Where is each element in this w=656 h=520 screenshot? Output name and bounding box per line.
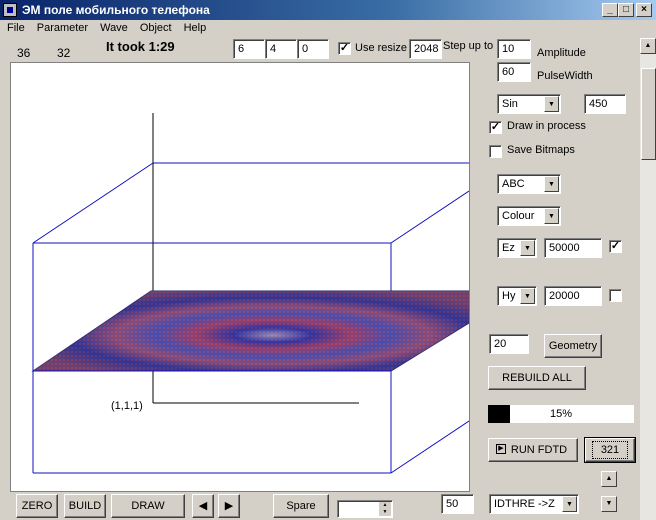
chevron-down-icon[interactable]: ▼ bbox=[520, 240, 535, 256]
window-title: ЭМ поле мобильного телефона bbox=[22, 3, 210, 17]
chevron-down-icon[interactable]: ▼ bbox=[562, 496, 577, 512]
amplitude-label: Amplitude bbox=[537, 47, 586, 59]
checkmark-icon: ✓ bbox=[490, 121, 501, 133]
grid-y-input[interactable]: 4 bbox=[265, 39, 297, 59]
run-fdtd-label: RUN FDTD bbox=[510, 444, 568, 456]
save-bitmaps-checkbox[interactable] bbox=[489, 145, 502, 158]
resize-input[interactable]: 2048 bbox=[409, 39, 442, 59]
spare-spinner[interactable]: ▲ ▼ bbox=[337, 500, 393, 518]
chevron-down-icon[interactable]: ▼ bbox=[544, 176, 559, 192]
spare-button[interactable]: Spare bbox=[273, 494, 329, 518]
grid-x-input[interactable]: 6 bbox=[233, 39, 265, 59]
menu-parameter[interactable]: Parameter bbox=[30, 20, 93, 34]
iteration-button[interactable]: 321 bbox=[584, 437, 636, 463]
pulsewidth-label: PulseWidth bbox=[537, 70, 593, 82]
field2-select-value: Hy bbox=[502, 290, 516, 302]
field-visualization: (1,1,1) bbox=[31, 113, 470, 474]
draw-in-process-label: Draw in process bbox=[507, 120, 586, 132]
spin-down-icon[interactable]: ▼ bbox=[379, 509, 391, 516]
chevron-down-icon[interactable]: ▼ bbox=[544, 96, 559, 112]
maximize-icon[interactable]: □ bbox=[618, 3, 634, 17]
field2-select[interactable]: Hy ▼ bbox=[497, 286, 537, 306]
geometry-button[interactable]: Geometry bbox=[544, 334, 602, 358]
field1-value-input[interactable]: 50000 bbox=[544, 238, 602, 258]
chevron-down-icon[interactable]: ▼ bbox=[520, 288, 535, 304]
use-resize-label: Use resize bbox=[355, 42, 407, 54]
box-edge bbox=[390, 420, 470, 474]
wave-type-value: Sin bbox=[502, 98, 518, 110]
box-edge bbox=[32, 162, 154, 244]
draw-button[interactable]: DRAW bbox=[111, 494, 185, 518]
rebuild-all-button[interactable]: REBUILD ALL bbox=[488, 366, 586, 390]
threshold-select-value: IDTHRE ->Z bbox=[494, 498, 555, 510]
scroll-thumb[interactable] bbox=[641, 68, 656, 160]
checkmark-icon: ✓ bbox=[339, 42, 350, 54]
menu-file[interactable]: File bbox=[0, 20, 30, 34]
vertical-scrollbar[interactable]: ▲ bbox=[640, 38, 656, 520]
colour-select[interactable]: Colour ▼ bbox=[497, 206, 561, 226]
app-icon[interactable] bbox=[3, 3, 17, 17]
build-button[interactable]: BUILD bbox=[64, 494, 106, 518]
field-plane-wave bbox=[33, 291, 469, 371]
amplitude-input[interactable]: 10 bbox=[497, 39, 531, 59]
counter-a: 36 bbox=[17, 46, 31, 60]
progress-label: 15% bbox=[549, 408, 573, 420]
colour-select-value: Colour bbox=[502, 210, 535, 222]
progress-bar: 15% bbox=[488, 405, 634, 423]
iteration-label: 321 bbox=[591, 441, 629, 459]
abc-select[interactable]: ABC ▼ bbox=[497, 174, 561, 194]
threshold-select[interactable]: IDTHRE ->Z ▼ bbox=[489, 494, 579, 514]
play-icon: ▶ bbox=[496, 444, 506, 454]
spin-down-icon[interactable]: ▼ bbox=[601, 496, 617, 512]
field1-select[interactable]: Ez ▼ bbox=[497, 238, 537, 258]
geometry-input[interactable]: 20 bbox=[489, 334, 529, 354]
next-icon[interactable]: ▶ bbox=[218, 494, 240, 518]
run-fdtd-button[interactable]: ▶ RUN FDTD bbox=[488, 438, 578, 462]
box-edge bbox=[390, 190, 470, 244]
field1-checkbox[interactable]: ✓ bbox=[609, 240, 622, 253]
checkmark-icon: ✓ bbox=[610, 240, 621, 252]
use-resize-checkbox[interactable]: ✓ bbox=[338, 42, 351, 55]
spin-up-icon[interactable]: ▲ bbox=[601, 471, 617, 487]
bottom-value-input[interactable]: 50 bbox=[441, 494, 474, 514]
pulsewidth-input[interactable]: 60 bbox=[497, 62, 531, 82]
menu-bar: File Parameter Wave Object Help bbox=[0, 20, 656, 38]
draw-in-process-checkbox[interactable]: ✓ bbox=[489, 121, 502, 134]
field2-checkbox[interactable] bbox=[609, 289, 622, 302]
wave-value-input[interactable]: 450 bbox=[584, 94, 626, 114]
save-bitmaps-label: Save Bitmaps bbox=[507, 144, 575, 156]
field1-select-value: Ez bbox=[502, 242, 515, 254]
abc-select-value: ABC bbox=[502, 178, 525, 190]
origin-label: (1,1,1) bbox=[111, 400, 143, 412]
zero-button[interactable]: ZERO bbox=[16, 494, 58, 518]
wave-type-select[interactable]: Sin ▼ bbox=[497, 94, 561, 114]
counter-b: 32 bbox=[57, 46, 71, 60]
elapsed-time: It took 1:29 bbox=[106, 39, 175, 54]
chevron-down-icon[interactable]: ▼ bbox=[544, 208, 559, 224]
prev-icon[interactable]: ◀ bbox=[192, 494, 214, 518]
menu-help[interactable]: Help bbox=[177, 20, 212, 34]
close-icon[interactable]: × bbox=[636, 3, 652, 17]
title-bar: ЭМ поле мобильного телефона _ □ × bbox=[0, 0, 656, 20]
field2-value-input[interactable]: 20000 bbox=[544, 286, 602, 306]
spin-up-icon[interactable]: ▲ bbox=[379, 502, 391, 509]
step-up-label: Step up to bbox=[443, 40, 494, 52]
menu-object[interactable]: Object bbox=[133, 20, 177, 34]
grid-z-input[interactable]: 0 bbox=[297, 39, 329, 59]
minimize-icon[interactable]: _ bbox=[602, 3, 618, 17]
scroll-up-icon[interactable]: ▲ bbox=[640, 38, 656, 54]
field-canvas[interactable]: (1,1,1) bbox=[10, 62, 470, 492]
menu-wave[interactable]: Wave bbox=[93, 20, 133, 34]
